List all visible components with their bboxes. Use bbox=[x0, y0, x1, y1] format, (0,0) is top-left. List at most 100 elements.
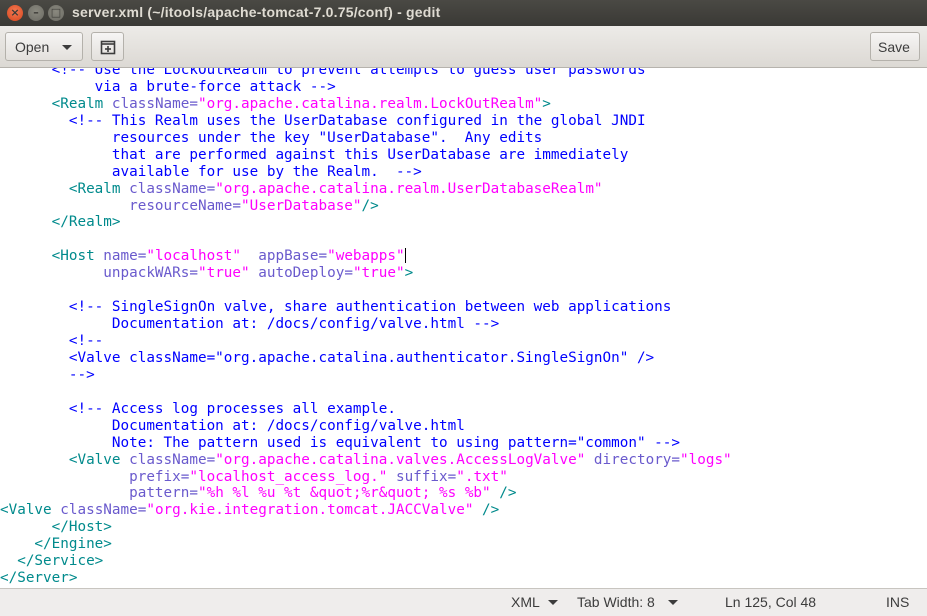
code-line[interactable]: resources under the key "UserDatabase". … bbox=[0, 130, 732, 147]
code-token: > bbox=[404, 265, 414, 282]
code-token: directory= bbox=[585, 451, 681, 468]
code-token: available for use by the Realm. --> bbox=[0, 163, 422, 180]
code-token: suffix= bbox=[387, 468, 457, 485]
chevron-down-icon bbox=[548, 600, 558, 605]
code-token: "org.kie.integration.tomcat.JACCValve" bbox=[146, 502, 474, 519]
new-document-button[interactable] bbox=[91, 32, 124, 61]
code-token: --> bbox=[0, 366, 95, 383]
code-line[interactable]: via a brute-force attack --> bbox=[0, 79, 732, 96]
code-token: /> bbox=[361, 197, 379, 214]
code-token: prefix= bbox=[0, 468, 190, 485]
code-line[interactable]: Documentation at: /docs/config/valve.htm… bbox=[0, 316, 732, 333]
code-token: "true" bbox=[352, 265, 405, 282]
text-cursor bbox=[404, 248, 406, 264]
code-token: <Realm bbox=[0, 180, 130, 197]
code-token: unpackWARs= bbox=[0, 265, 198, 282]
code-token: </Server> bbox=[0, 570, 78, 587]
code-line[interactable]: <!-- Use the LockOutRealm to prevent att… bbox=[0, 68, 732, 79]
save-button-label: Save bbox=[878, 39, 910, 55]
code-token: appBase= bbox=[241, 248, 328, 265]
code-token: className= bbox=[129, 180, 216, 197]
code-line[interactable]: prefix="localhost_access_log." suffix=".… bbox=[0, 469, 732, 486]
code-line[interactable]: --> bbox=[0, 367, 732, 384]
code-line[interactable]: resourceName="UserDatabase"/> bbox=[0, 198, 732, 215]
code-token: resourceName= bbox=[0, 197, 242, 214]
language-selector[interactable]: XML bbox=[511, 594, 540, 610]
code-token: "localhost" bbox=[146, 248, 242, 265]
minimize-window-button[interactable]: – bbox=[28, 5, 44, 21]
close-window-button[interactable]: × bbox=[7, 5, 23, 21]
code-line[interactable]: pattern="%h %l %u %t &quot;%r&quot; %s %… bbox=[0, 485, 732, 502]
code-line[interactable]: <Realm className="org.apache.catalina.re… bbox=[0, 181, 732, 198]
code-token: </Host> bbox=[0, 519, 112, 536]
close-icon: × bbox=[10, 6, 20, 19]
code-line[interactable]: </Server> bbox=[0, 570, 732, 587]
code-line[interactable]: <!-- SingleSignOn valve, share authentic… bbox=[0, 299, 732, 316]
code-token: "%h %l %u %t &quot;%r&quot; %s %b" bbox=[197, 485, 491, 502]
code-token: via a brute-force attack --> bbox=[0, 78, 336, 95]
code-line[interactable] bbox=[0, 231, 732, 248]
code-line[interactable]: <Valve className="org.kie.integration.to… bbox=[0, 502, 732, 519]
code-line[interactable]: <Valve className="org.apache.catalina.va… bbox=[0, 452, 732, 469]
save-button[interactable]: Save bbox=[870, 32, 920, 61]
chevron-down-icon bbox=[668, 600, 678, 605]
code-token: <Host bbox=[0, 248, 104, 265]
code-line[interactable]: <Realm className="org.apache.catalina.re… bbox=[0, 96, 732, 113]
code-line[interactable] bbox=[0, 384, 732, 401]
chevron-down-icon bbox=[62, 45, 72, 50]
code-token: <!-- SingleSignOn valve, share authentic… bbox=[0, 299, 672, 316]
code-token: ".txt" bbox=[456, 468, 508, 485]
code-line[interactable]: <!-- This Realm uses the UserDatabase co… bbox=[0, 113, 732, 130]
code-token: <!-- This Realm uses the UserDatabase co… bbox=[0, 112, 646, 129]
window-title: server.xml (~/itools/apache-tomcat-7.0.7… bbox=[72, 4, 441, 20]
new-tab-icon bbox=[100, 40, 116, 55]
code-token: <Valve className="org.apache.catalina.au… bbox=[0, 349, 655, 366]
code-token: Note: The pattern used is equivalent to … bbox=[0, 434, 680, 451]
code-token: "webapps" bbox=[327, 248, 405, 265]
code-token: pattern= bbox=[0, 485, 198, 502]
code-line[interactable]: <Host name="localhost" appBase="webapps" bbox=[0, 248, 732, 265]
code-line[interactable]: </Service> bbox=[0, 553, 732, 570]
code-token: </Engine> bbox=[0, 536, 112, 553]
code-token: <Valve bbox=[0, 502, 61, 519]
code-token: Documentation at: /docs/config/valve.htm… bbox=[0, 316, 500, 333]
maximize-icon: □ bbox=[50, 6, 62, 19]
code-token: autoDeploy= bbox=[249, 265, 353, 282]
code-token: <!-- Use the LockOutRealm to prevent att… bbox=[0, 68, 646, 78]
tab-width-selector[interactable]: Tab Width: 8 bbox=[577, 594, 655, 610]
code-line[interactable]: available for use by the Realm. --> bbox=[0, 164, 732, 181]
open-button-label: Open bbox=[15, 39, 50, 55]
text-editor[interactable]: <!-- Use the LockOutRealm to prevent att… bbox=[0, 68, 927, 588]
cursor-position: Ln 125, Col 48 bbox=[725, 594, 817, 610]
maximize-window-button[interactable]: □ bbox=[48, 5, 64, 21]
code-line[interactable]: unpackWARs="true" autoDeploy="true"> bbox=[0, 265, 732, 282]
minimize-icon: – bbox=[33, 6, 39, 19]
code-token: <!-- bbox=[0, 333, 104, 349]
code-token: that are performed against this UserData… bbox=[0, 146, 629, 163]
code-token: > bbox=[542, 95, 551, 112]
code-line[interactable]: Note: The pattern used is equivalent to … bbox=[0, 435, 732, 452]
code-token: "org.apache.catalina.realm.UserDatabaseR… bbox=[215, 180, 603, 197]
code-line[interactable] bbox=[0, 282, 732, 299]
code-token: "true" bbox=[197, 265, 250, 282]
code-token: /> bbox=[473, 502, 500, 519]
code-line[interactable]: </Host> bbox=[0, 519, 732, 536]
code-token: "org.apache.catalina.realm.LockOutRealm" bbox=[197, 95, 543, 112]
code-token: Documentation at: /docs/config/valve.htm… bbox=[0, 417, 465, 434]
code-token: "org.apache.catalina.valves.AccessLogVal… bbox=[215, 451, 586, 468]
code-line[interactable]: that are performed against this UserData… bbox=[0, 147, 732, 164]
status-bar: XML Tab Width: 8 Ln 125, Col 48 INS bbox=[0, 588, 927, 616]
code-line[interactable]: <!-- bbox=[0, 333, 732, 350]
code-token: className= bbox=[60, 502, 147, 519]
code-line[interactable]: </Engine> bbox=[0, 536, 732, 553]
code-token: resources under the key "UserDatabase". … bbox=[0, 129, 543, 146]
code-line[interactable]: <Valve className="org.apache.catalina.au… bbox=[0, 350, 732, 367]
code-line[interactable]: <!-- Access log processes all example. bbox=[0, 401, 732, 418]
open-button[interactable]: Open bbox=[5, 32, 83, 61]
code-token: className= bbox=[129, 451, 216, 468]
code-line[interactable]: Documentation at: /docs/config/valve.htm… bbox=[0, 418, 732, 435]
code-token: className= bbox=[111, 95, 198, 112]
code-token: <Valve bbox=[0, 451, 130, 468]
code-view[interactable]: <!-- Use the LockOutRealm to prevent att… bbox=[0, 68, 732, 587]
code-line[interactable]: </Realm> bbox=[0, 214, 732, 231]
